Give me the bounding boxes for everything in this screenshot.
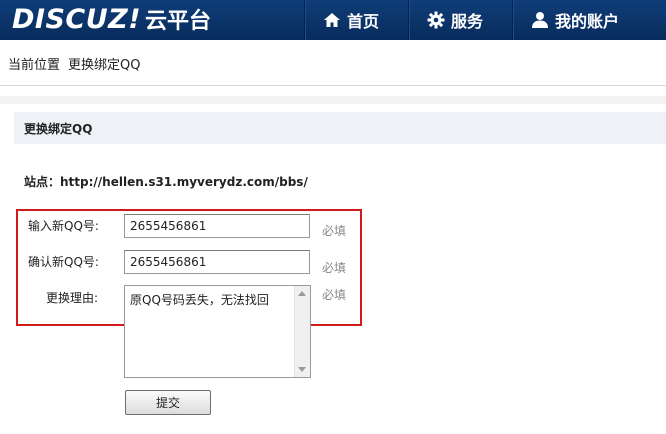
main-nav: 首页 服务 我的账户: [304, 0, 666, 40]
nav-home-label: 首页: [347, 12, 380, 31]
home-icon: [323, 12, 341, 28]
confirm-qq-required-note: 必填: [322, 261, 347, 275]
top-header: DISCUZ! 云平台 首页 服务 我的账户: [0, 0, 666, 40]
logo-subtext: 云平台: [145, 9, 212, 34]
scroll-up-icon[interactable]: [298, 291, 306, 296]
breadcrumb-current-location: 当前位置: [8, 58, 61, 73]
new-qq-input[interactable]: [124, 214, 310, 238]
nav-my-account[interactable]: 我的账户: [512, 0, 666, 40]
content-divider: [0, 96, 666, 104]
reason-textarea[interactable]: 原QQ号码丢失，无法找回: [124, 285, 311, 378]
discuz-logo[interactable]: DISCUZ! 云平台: [12, 2, 211, 36]
site-url-label: 站点：http://hellen.s31.myverydz.com/bbs/: [24, 175, 308, 189]
scroll-down-icon[interactable]: [298, 367, 306, 372]
nav-my-account-label: 我的账户: [555, 12, 620, 31]
reason-required-note: 必填: [322, 288, 347, 302]
confirm-qq-label: 确认新QQ号:: [28, 255, 99, 269]
section-title: 更换绑定QQ: [14, 112, 666, 144]
submit-button[interactable]: 提交: [125, 390, 211, 415]
reason-label: 更换理由:: [46, 291, 99, 305]
reason-text: 原QQ号码丢失，无法找回: [130, 293, 269, 307]
user-icon: [531, 11, 549, 29]
breadcrumb-item-change-qq[interactable]: 更换绑定QQ: [68, 54, 140, 73]
breadcrumb: 当前位置 更换绑定QQ: [0, 42, 666, 86]
new-qq-required-note: 必填: [322, 224, 347, 238]
nav-services[interactable]: 服务: [408, 0, 512, 40]
gear-icon: [427, 11, 445, 29]
nav-home[interactable]: 首页: [304, 0, 408, 40]
logo-text: DISCUZ!: [12, 3, 142, 35]
new-qq-label: 输入新QQ号:: [28, 219, 99, 233]
confirm-qq-input[interactable]: [124, 250, 310, 274]
nav-services-label: 服务: [451, 12, 484, 31]
textarea-scrollbar[interactable]: [294, 286, 310, 377]
